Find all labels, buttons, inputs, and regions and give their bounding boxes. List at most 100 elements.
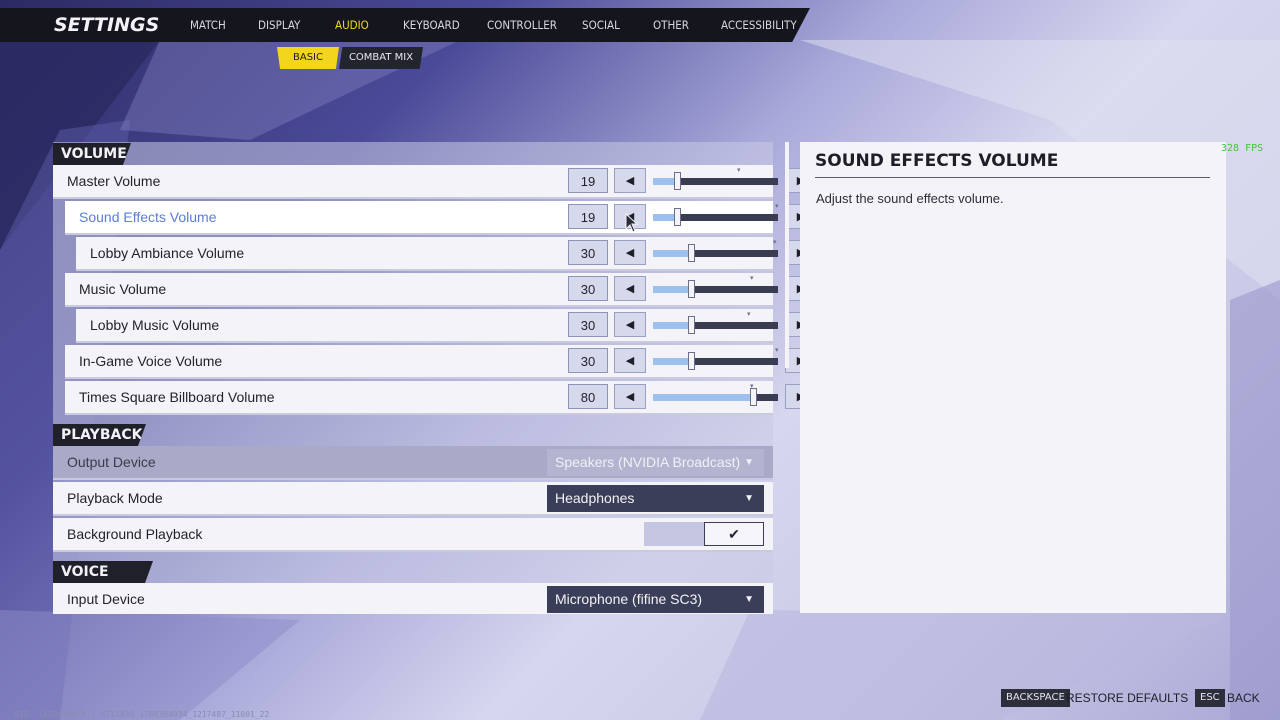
mouse-cursor-icon (625, 213, 639, 233)
volume-value[interactable]: 30 (568, 348, 608, 373)
row-sound-effects-volume[interactable]: Sound Effects Volume 19 ◀ ▾ ▶ (65, 201, 817, 235)
slider-thumb[interactable] (674, 172, 681, 190)
tab-keyboard[interactable]: KEYBOARD (403, 18, 460, 32)
slider-thumb[interactable] (688, 316, 695, 334)
tab-match[interactable]: MATCH (190, 18, 226, 32)
slider-fill (653, 358, 691, 365)
default-marker-icon: ▾ (737, 167, 741, 174)
decrease-button[interactable]: ◀ (614, 348, 646, 373)
default-marker-icon: ▾ (750, 275, 754, 282)
volume-value[interactable]: 19 (568, 204, 608, 229)
volume-slider[interactable]: ▾ (653, 275, 778, 298)
decrease-button[interactable]: ◀ (614, 312, 646, 337)
tab-other[interactable]: OTHER (653, 18, 689, 32)
left-triangle-icon: ◀ (625, 319, 635, 331)
tab-audio[interactable]: AUDIO (335, 18, 369, 32)
slider-thumb[interactable] (750, 388, 757, 406)
row-output-device: Output Device Speakers (NVIDIA Broadcast… (53, 446, 773, 480)
back-button[interactable]: BACK (1227, 691, 1260, 705)
volume-slider[interactable]: ▾ (653, 167, 778, 190)
playback-mode-dropdown[interactable]: Headphones ▼ (547, 485, 764, 512)
volume-value[interactable]: 19 (568, 168, 608, 193)
left-triangle-icon: ◀ (625, 283, 635, 295)
checkmark-icon: ✔ (704, 522, 764, 546)
row-in-game-voice-volume[interactable]: In-Game Voice Volume 30 ◀ ▾ ▶ (65, 345, 817, 379)
caret-down-icon: ▼ (744, 594, 754, 605)
background-playback-toggle[interactable]: ✔ (644, 522, 764, 546)
restore-defaults-button[interactable]: RESTORE DEFAULTS (1066, 691, 1188, 705)
slider-thumb[interactable] (688, 352, 695, 370)
fps-counter: 328 FPS (1221, 143, 1264, 154)
row-times-square-billboard-volume[interactable]: Times Square Billboard Volume 80 ◀ ▾ ▶ (65, 381, 817, 415)
description-title: SOUND EFFECTS VOLUME (815, 151, 1059, 171)
row-playback-mode[interactable]: Playback Mode Headphones ▼ (53, 482, 773, 516)
row-label: Lobby Music Volume (90, 317, 220, 333)
left-triangle-icon: ◀ (625, 247, 635, 259)
section-header-voice-chat: VOICE CHAT (53, 561, 153, 583)
output-device-dropdown: Speakers (NVIDIA Broadcast) ▼ (547, 449, 764, 476)
volume-slider[interactable]: ▾ (653, 239, 778, 262)
volume-value[interactable]: 80 (568, 384, 608, 409)
slider-fill (653, 286, 691, 293)
subtab-basic[interactable]: BASIC (277, 47, 339, 69)
tab-social[interactable]: SOCIAL (582, 18, 620, 32)
page-title: SETTINGS (54, 14, 160, 36)
default-marker-icon: ▾ (747, 311, 751, 318)
row-lobby-ambiance-volume[interactable]: Lobby Ambiance Volume 30 ◀ ▾ ▶ (76, 237, 817, 271)
row-label: In-Game Voice Volume (79, 353, 223, 369)
default-marker-icon: ▾ (775, 203, 779, 210)
default-marker-icon: ▾ (750, 383, 754, 390)
description-panel: SOUND EFFECTS VOLUME Adjust the sound ef… (800, 142, 1226, 613)
caret-down-icon: ▼ (744, 493, 754, 504)
section-header-playback: PLAYBACK (53, 424, 146, 446)
slider-fill (653, 250, 691, 257)
row-lobby-music-volume[interactable]: Lobby Music Volume 30 ◀ ▾ ▶ (76, 309, 817, 343)
row-label: Sound Effects Volume (79, 209, 217, 225)
row-master-volume[interactable]: Master Volume 19 ◀ ▾ ▶ (53, 165, 817, 199)
row-label: Lobby Ambiance Volume (90, 245, 245, 261)
subtab-combat-mix[interactable]: COMBAT MIX (339, 47, 423, 69)
slider-fill (653, 322, 691, 329)
tab-controller[interactable]: CONTROLLER (487, 18, 557, 32)
row-label: Music Volume (79, 281, 167, 297)
left-triangle-icon: ◀ (625, 391, 635, 403)
volume-slider[interactable]: ▾ (653, 311, 778, 334)
row-music-volume[interactable]: Music Volume 30 ◀ ▾ ▶ (65, 273, 817, 307)
decrease-button[interactable]: ◀ (614, 168, 646, 193)
row-label: Times Square Billboard Volume (79, 389, 275, 405)
decrease-button[interactable]: ◀ (614, 276, 646, 301)
decrease-button[interactable]: ◀ (614, 240, 646, 265)
top-nav-bar: SETTINGS MATCH DISPLAY AUDIO KEYBOARD CO… (0, 8, 810, 42)
volume-value[interactable]: 30 (568, 312, 608, 337)
dropdown-value: Speakers (NVIDIA Broadcast) (555, 454, 741, 470)
volume-value[interactable]: 30 (568, 240, 608, 265)
slider-thumb[interactable] (674, 208, 681, 226)
row-input-device[interactable]: Input Device Microphone (fifine SC3) ▼ (53, 583, 773, 614)
volume-slider[interactable]: ▾ (653, 347, 779, 370)
row-label: Background Playback (67, 526, 203, 542)
section-header-volume: VOLUME (53, 143, 131, 165)
description-divider (815, 177, 1210, 178)
volume-value[interactable]: 30 (568, 276, 608, 301)
row-label: Input Device (67, 591, 145, 607)
slider-fill (653, 394, 753, 401)
backspace-keycap: BACKSPACE (1001, 689, 1070, 707)
uid-watermark: UID: 1120438878 | 6711430_1768384934_121… (14, 710, 270, 719)
input-device-dropdown[interactable]: Microphone (fifine SC3) ▼ (547, 586, 764, 613)
row-label: Playback Mode (67, 490, 163, 506)
slider-thumb[interactable] (688, 244, 695, 262)
esc-keycap: ESC (1195, 689, 1225, 707)
volume-slider[interactable]: ▾ (653, 203, 779, 226)
row-label: Master Volume (67, 173, 161, 189)
row-background-playback[interactable]: Background Playback ✔ (53, 518, 773, 552)
tab-accessibility[interactable]: ACCESSIBILITY (721, 18, 797, 32)
tab-display[interactable]: DISPLAY (258, 18, 300, 32)
decrease-button[interactable]: ◀ (614, 384, 646, 409)
settings-scrollbar[interactable] (785, 142, 789, 368)
dropdown-value: Headphones (555, 490, 635, 506)
default-marker-icon: ▾ (775, 347, 779, 354)
slider-thumb[interactable] (688, 280, 695, 298)
volume-slider[interactable]: ▾ (653, 383, 778, 406)
row-label: Output Device (67, 454, 156, 470)
caret-down-icon: ▼ (744, 457, 754, 468)
